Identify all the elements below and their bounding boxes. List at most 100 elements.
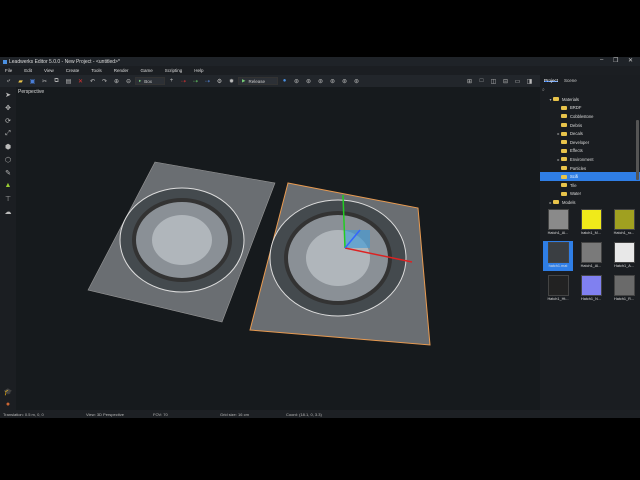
asset-item[interactable]: Hatch1_Ht... (543, 274, 573, 304)
menu-game[interactable]: Game (141, 68, 153, 73)
scrollbar[interactable] (636, 120, 639, 180)
move-green-icon[interactable]: ⇢ (190, 77, 201, 86)
tab-scene[interactable]: Scene (564, 78, 577, 83)
paint-tool-icon[interactable]: ✎ (2, 167, 14, 178)
gizmo-icon[interactable]: ⊛ (291, 77, 302, 86)
run-target-value: Release (248, 78, 265, 84)
gizmo-icon[interactable]: ⊛ (351, 77, 362, 86)
side-panel-icon[interactable]: ◨ (524, 77, 535, 86)
app-icon (3, 59, 7, 64)
menu-file[interactable]: File (5, 68, 12, 73)
layout-single-icon[interactable]: □ (476, 77, 487, 86)
tree-item[interactable]: Debris (540, 121, 640, 130)
open-icon[interactable]: ▰ (15, 77, 26, 86)
tree-item-label: Particles (570, 165, 587, 171)
project-panel: Project Scene ⌕ ▾ Materials BRDF Cobbleston… (540, 75, 640, 410)
menu-edit[interactable]: Edit (24, 68, 32, 73)
save-icon[interactable]: ▣ (27, 77, 38, 86)
asset-label: Hatch1_Ht... (547, 297, 569, 301)
window-title: Leadwerks Editor 5.0.0 - New Project - <… (9, 58, 120, 65)
asset-item[interactable]: Hatch1_N... (576, 274, 606, 304)
folder-icon (553, 97, 559, 102)
tree-item[interactable]: ▾ Materials (540, 95, 640, 104)
zoom-out-icon[interactable]: ⊖ (123, 77, 134, 86)
tree-item[interactable]: Cobblestone (540, 112, 640, 121)
vertex-tool-icon[interactable]: ⬡ (2, 154, 14, 165)
tree-item[interactable]: ▸ Decals (540, 129, 640, 138)
layout-three-icon[interactable]: ⊟ (500, 77, 511, 86)
cut-icon[interactable]: ✂ (39, 77, 50, 86)
copy-icon[interactable]: ⧉ (51, 77, 62, 86)
minimize-button[interactable]: – (600, 57, 603, 63)
tree-item-label: Debris (570, 122, 583, 128)
tree-item-label: Water (570, 191, 582, 197)
tree-item[interactable]: ▸ Models (540, 198, 640, 207)
status-fov: FOV: 70 (153, 412, 168, 417)
new-icon[interactable]: ⤶ (3, 77, 14, 86)
bottom-panel-icon[interactable]: ▭ (512, 77, 523, 86)
move-blue-icon[interactable]: ⇢ (202, 77, 213, 86)
zoom-in-icon[interactable]: ⊕ (111, 77, 122, 86)
link-tool-icon[interactable]: ☁ (2, 206, 14, 217)
tree-item[interactable]: BRDF (540, 104, 640, 113)
asset-item[interactable]: hatch1_M... (576, 208, 606, 238)
box-tool-icon[interactable]: ⬢ (2, 141, 14, 152)
sphere-icon[interactable]: ● (279, 77, 290, 86)
viewport-3d[interactable]: Perspective (16, 87, 540, 410)
hierarchy-tool-icon[interactable]: ⊤ (2, 193, 14, 204)
delete-icon[interactable]: ✕ (75, 77, 86, 86)
asset-thumbnail (613, 209, 635, 230)
asset-label: Hatch1_N... (580, 297, 602, 301)
asset-item[interactable]: hatch1.mat (543, 241, 573, 271)
asset-item[interactable]: Hatch1_Al... (576, 241, 606, 271)
search-input[interactable]: ⌕ (542, 86, 638, 93)
tree-item-label: Tile (570, 182, 577, 188)
graduation-icon[interactable]: 🎓 (2, 386, 14, 397)
tree-item[interactable]: Developer (540, 138, 640, 147)
move-red-icon[interactable]: ⇢ (178, 77, 189, 86)
settings-icon[interactable]: ⚙ (214, 77, 225, 86)
tree-item[interactable]: Water (540, 190, 640, 199)
menu-help[interactable]: Help (194, 68, 203, 73)
terrain-tool-icon[interactable]: ▲ (2, 180, 14, 191)
hatch-tile-left (87, 161, 276, 323)
tree-item[interactable]: ▸ Environment (540, 155, 640, 164)
move-tool-icon[interactable]: ✥ (2, 102, 14, 113)
gizmo-icon[interactable]: ⊛ (339, 77, 350, 86)
run-target-dropdown[interactable]: ▶ Release (238, 77, 278, 85)
gizmo-icon[interactable]: ⊛ (315, 77, 326, 86)
tree-item[interactable]: Particles (540, 164, 640, 173)
asset-item[interactable]: Hatch1_ro... (609, 208, 639, 238)
menu-create[interactable]: Create (66, 68, 80, 73)
menu-tools[interactable]: Tools (91, 68, 102, 73)
hatch-tile-right (249, 182, 431, 346)
tree-item[interactable]: Tile (540, 181, 640, 190)
paste-icon[interactable]: ▤ (63, 77, 74, 86)
asset-item[interactable]: Hatch1_Al... (543, 208, 573, 238)
close-button[interactable]: ✕ (628, 57, 633, 64)
select-tool-icon[interactable]: ➤ (2, 89, 14, 100)
asset-item[interactable]: Hatch1_A... (609, 241, 639, 271)
build-icon[interactable]: ✹ (226, 77, 237, 86)
status-bar: Translation: 0.5 m, 0, 0 View: 3D Perspe… (0, 410, 640, 418)
layout-split-icon[interactable]: ◫ (488, 77, 499, 86)
maximize-button[interactable]: ❐ (613, 57, 618, 64)
menu-view[interactable]: View (44, 68, 54, 73)
undo-icon[interactable]: ↶ (87, 77, 98, 86)
asset-item[interactable]: Hatch1_R... (609, 274, 639, 304)
layout-quad-icon[interactable]: ⊞ (464, 77, 475, 86)
tab-project[interactable]: Project (544, 78, 559, 83)
snap-mode-dropdown[interactable]: ▸ Box (135, 77, 165, 85)
gizmo-icon[interactable]: ⊛ (327, 77, 338, 86)
tree-item[interactable]: Scifi (540, 172, 640, 181)
add-icon[interactable]: + (166, 77, 177, 86)
menu-render[interactable]: Render (114, 68, 129, 73)
menu-scripting[interactable]: Scripting (165, 68, 183, 73)
tree-item[interactable]: Effects (540, 147, 640, 156)
asset-thumbnail (580, 242, 602, 263)
scale-tool-icon[interactable]: ⤢ (2, 128, 14, 139)
redo-icon[interactable]: ↷ (99, 77, 110, 86)
gizmo-icon[interactable]: ⊛ (303, 77, 314, 86)
rotate-tool-icon[interactable]: ⟳ (2, 115, 14, 126)
avatar[interactable]: ● (2, 399, 14, 410)
